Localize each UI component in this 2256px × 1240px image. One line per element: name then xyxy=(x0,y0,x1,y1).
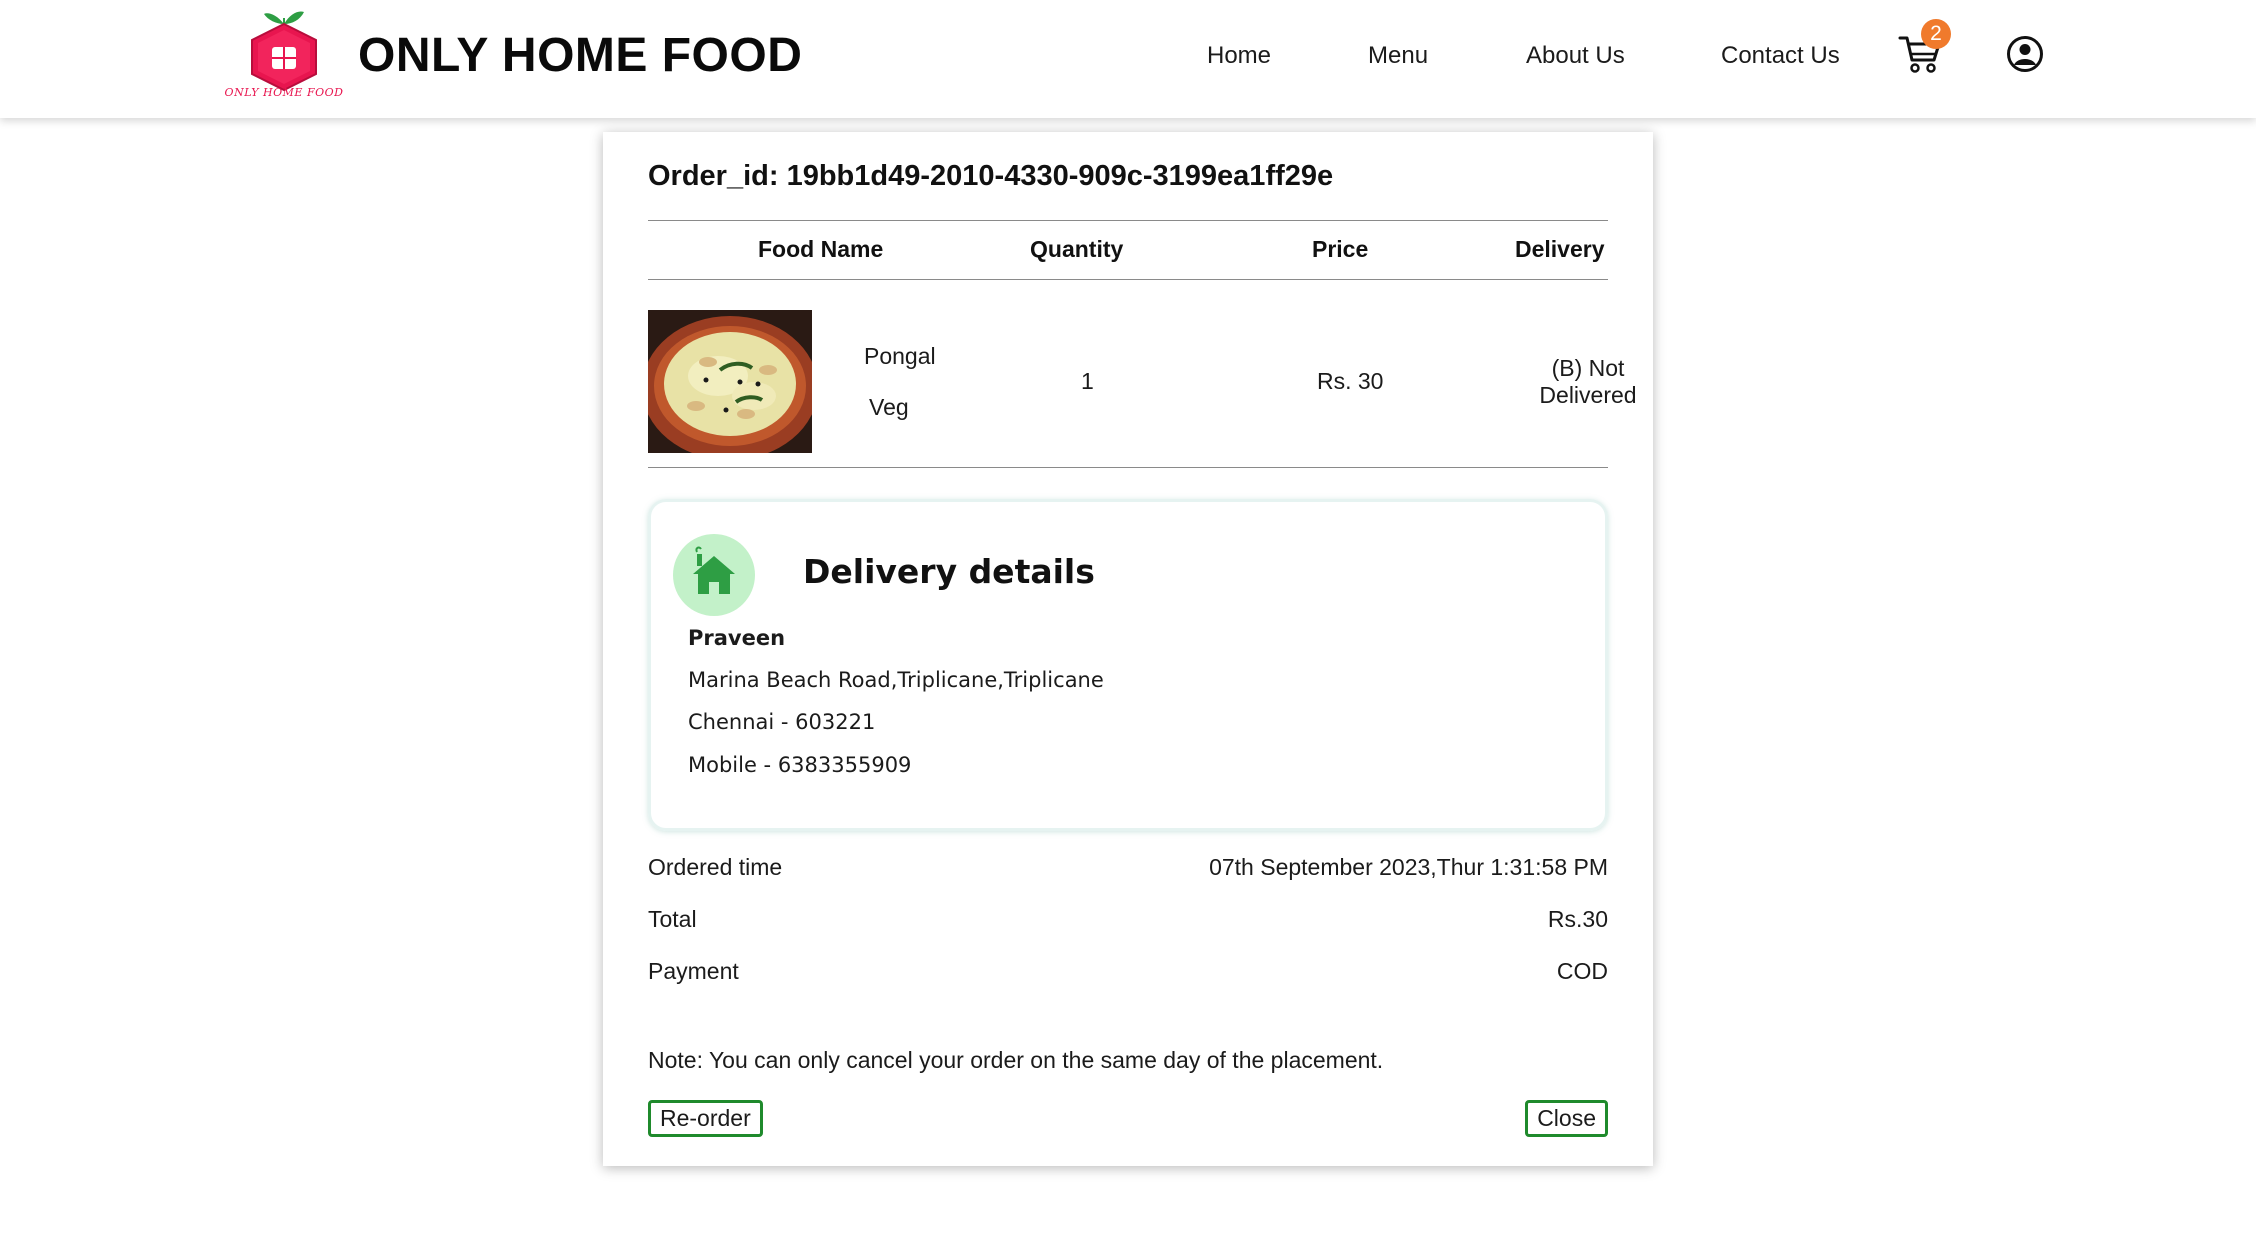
close-button[interactable]: Close xyxy=(1525,1100,1608,1137)
cart-count-badge: 2 xyxy=(1921,19,1951,49)
total-value: Rs.30 xyxy=(1547,906,1608,932)
delivery-details-title: Delivery details xyxy=(803,552,1095,591)
order-details-card: Order_id: 19bb1d49-2010-4330-909c-3199ea… xyxy=(603,132,1653,1166)
column-quantity: Quantity xyxy=(1030,236,1124,262)
city-line: Chennai - 603221 xyxy=(688,710,876,734)
column-price: Price xyxy=(1312,236,1369,262)
table-top-divider xyxy=(648,220,1608,221)
navbar: ONLY HOME FOOD ONLY HOME FOOD Home Menu … xyxy=(0,0,2256,118)
ordered-time-value: 07th September 2023,Thur 1:31:58 PM xyxy=(1209,854,1608,880)
mobile-line: Mobile - 6383355909 xyxy=(688,753,912,777)
payment-label: Payment xyxy=(648,958,739,984)
logo-caption: ONLY HOME FOOD xyxy=(224,86,344,99)
nav-contact-us[interactable]: Contact Us xyxy=(1721,42,1840,70)
nav-about-us[interactable]: About Us xyxy=(1526,42,1625,70)
food-type: Veg xyxy=(869,394,909,420)
food-name: Pongal xyxy=(864,343,936,369)
home-icon xyxy=(693,546,735,594)
brand-name[interactable]: ONLY HOME FOOD xyxy=(358,28,802,83)
home-icon-circle xyxy=(673,534,755,616)
payment-value: COD xyxy=(1556,958,1608,984)
user-circle-icon[interactable] xyxy=(2006,35,2044,73)
food-image xyxy=(648,310,812,453)
delivery-status-line1: (B) Not xyxy=(1551,355,1625,381)
delivery-status: (B) Not Delivered xyxy=(1523,355,1653,409)
address-line: Marina Beach Road,Triplicane,Triplicane xyxy=(688,668,1104,692)
column-delivery: Delivery xyxy=(1515,236,1605,262)
reorder-button[interactable]: Re-order xyxy=(648,1100,763,1137)
table-bottom-divider xyxy=(648,467,1608,468)
cancel-note: Note: You can only cancel your order on … xyxy=(648,1047,1384,1073)
order-id: Order_id: 19bb1d49-2010-4330-909c-3199ea… xyxy=(648,160,1334,192)
table-header-divider xyxy=(648,279,1608,280)
nav-home[interactable]: Home xyxy=(1207,42,1271,70)
item-price: Rs. 30 xyxy=(1317,368,1384,394)
ordered-time-label: Ordered time xyxy=(648,854,783,880)
item-quantity: 1 xyxy=(1081,368,1094,394)
column-food-name: Food Name xyxy=(758,236,884,262)
delivery-status-line2: Delivered xyxy=(1539,382,1637,408)
customer-name: Praveen xyxy=(688,626,786,650)
nav-menu[interactable]: Menu xyxy=(1368,42,1428,70)
total-label: Total xyxy=(648,906,697,932)
delivery-details-box: Delivery details Praveen Marina Beach Ro… xyxy=(648,499,1608,831)
